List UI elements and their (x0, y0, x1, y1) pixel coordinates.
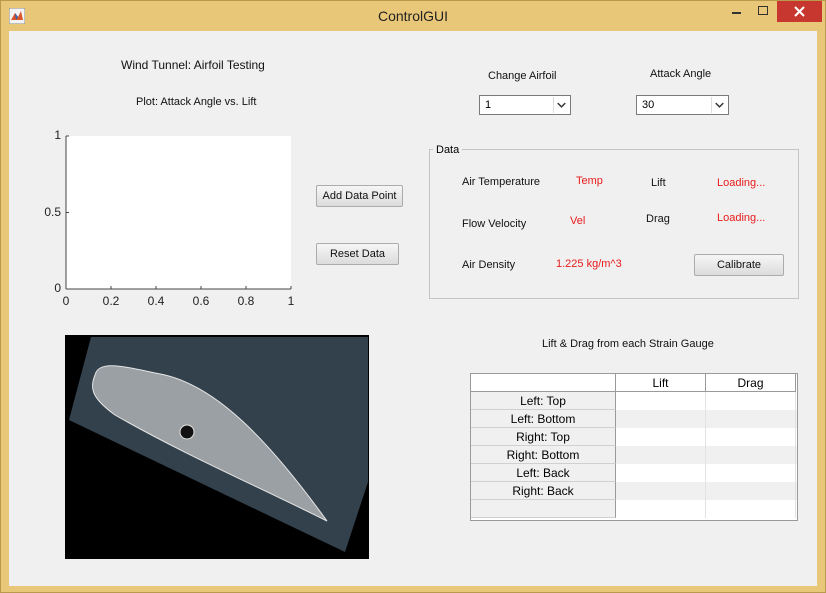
table-row[interactable]: Right: Top (471, 428, 797, 446)
window-frame-bottom (1, 586, 825, 592)
x-tick-label: 0 (62, 294, 70, 308)
table-cell-lift[interactable] (616, 482, 706, 500)
attack-angle-label: Attack Angle (650, 68, 712, 80)
strain-gauge-table[interactable]: Lift Drag Left: Top Left: Bottom Right: To… (470, 373, 798, 521)
table-row-header: Right: Bottom (471, 446, 616, 464)
air-temperature-label: Air Temperature (462, 176, 541, 188)
table-row-header: Left: Top (471, 392, 616, 410)
table-cell-lift[interactable] (616, 428, 706, 446)
table-cell-drag[interactable] (706, 392, 796, 410)
table-cell-drag[interactable] (706, 482, 796, 500)
x-tick-label: 0.8 (237, 294, 255, 308)
x-tick-label: 0.2 (102, 294, 120, 308)
table-cell-lift[interactable] (616, 500, 706, 518)
table-corner-header (471, 374, 616, 392)
table-cell-lift[interactable] (616, 410, 706, 428)
attack-angle-select[interactable]: 30 (636, 95, 729, 115)
drag-value: Loading... (717, 212, 766, 224)
app-window: ControlGUI Wind Tunnel: Airfoil Testing … (0, 0, 826, 593)
table-row-header: Left: Bottom (471, 410, 616, 428)
table-header-lift[interactable]: Lift (616, 374, 706, 392)
chevron-down-icon (553, 97, 566, 113)
y-tick-label: 1 (54, 128, 61, 142)
flow-velocity-label: Flow Velocity (462, 218, 527, 230)
table-cell-drag[interactable] (706, 500, 796, 518)
reset-data-button[interactable]: Reset Data (316, 243, 399, 265)
airfoil-select-value: 1 (485, 99, 492, 111)
table-row[interactable] (471, 500, 797, 518)
table-cell-lift[interactable] (616, 464, 706, 482)
table-row[interactable]: Left: Top (471, 392, 797, 410)
table-cell-drag[interactable] (706, 464, 796, 482)
table-row[interactable]: Left: Back (471, 464, 797, 482)
flow-velocity-value: Vel (570, 215, 586, 227)
table-cell-lift[interactable] (616, 392, 706, 410)
table-title: Lift & Drag from each Strain Gauge (542, 338, 714, 350)
lift-label: Lift (651, 177, 666, 189)
table-row-header (471, 500, 616, 518)
airfoil-select[interactable]: 1 (479, 95, 571, 115)
add-data-point-button[interactable]: Add Data Point (316, 185, 403, 207)
table-cell-drag[interactable] (706, 446, 796, 464)
chevron-down-icon (711, 97, 724, 113)
x-tick-label: 1 (287, 294, 295, 308)
table-cell-lift[interactable] (616, 446, 706, 464)
lift-value: Loading... (717, 177, 766, 189)
table-header-drag[interactable]: Drag (706, 374, 796, 392)
air-density-label: Air Density (462, 259, 516, 271)
air-density-value: 1.225 kg/m^3 (556, 258, 622, 270)
table-row-header: Left: Back (471, 464, 616, 482)
data-group-title: Data (433, 144, 463, 156)
y-tick-label: 0 (54, 281, 61, 295)
calibrate-button[interactable]: Calibrate (694, 254, 784, 276)
table-row[interactable]: Right: Back (471, 482, 797, 500)
x-tick-label: 0.6 (192, 294, 210, 308)
air-temperature-value: Temp (576, 175, 603, 187)
change-airfoil-label: Change Airfoil (488, 70, 557, 82)
table-cell-drag[interactable] (706, 410, 796, 428)
table-row[interactable]: Left: Bottom (471, 410, 797, 428)
table-cell-drag[interactable] (706, 428, 796, 446)
table-row-header: Right: Top (471, 428, 616, 446)
table-row[interactable]: Right: Bottom (471, 446, 797, 464)
plot-area[interactable] (66, 136, 291, 289)
table-row-header: Right: Back (471, 482, 616, 500)
drag-label: Drag (646, 213, 670, 225)
airfoil-image (65, 335, 369, 559)
x-tick-label: 0.4 (147, 294, 165, 308)
attack-angle-select-value: 30 (642, 99, 655, 111)
y-tick-label: 0.5 (44, 204, 61, 219)
